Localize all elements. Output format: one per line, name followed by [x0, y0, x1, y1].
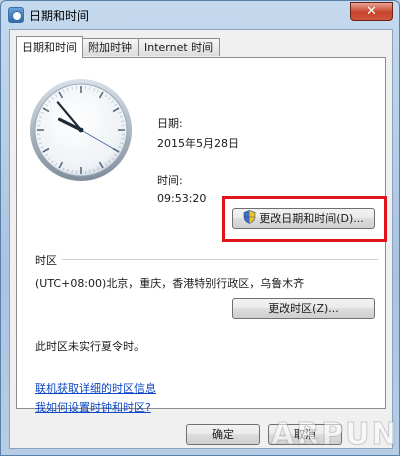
- clock-center-pin: [78, 127, 84, 133]
- date-time-window: 日期和时间 ✕ 日期和时间 附加时钟 Internet 时间 日期: 2015年…: [0, 0, 400, 456]
- window-title: 日期和时间: [29, 9, 90, 23]
- analog-clock: [30, 79, 132, 181]
- timezone-value: (UTC+08:00)北京，重庆，香港特别行政区，乌鲁木齐: [35, 277, 305, 290]
- time-label: 时间:: [157, 174, 183, 187]
- watermark-logo: ARPUN: [271, 417, 399, 453]
- clock-app-icon: [8, 7, 24, 23]
- ok-button[interactable]: 确定: [186, 424, 260, 445]
- change-timezone-button[interactable]: 更改时区(Z)...: [232, 298, 375, 319]
- timezone-divider: [62, 259, 378, 261]
- tab-internet-time[interactable]: Internet 时间: [138, 38, 220, 56]
- change-date-time-button[interactable]: 更改日期和时间(D)...: [232, 208, 375, 229]
- tab-additional-clocks[interactable]: 附加时钟: [82, 38, 139, 56]
- timezone-info-link[interactable]: 联机获取详细的时区信息: [35, 380, 156, 396]
- date-value: 2015年5月28日: [157, 137, 239, 150]
- time-value: 09:53:20: [157, 192, 207, 205]
- close-button[interactable]: ✕: [350, 2, 393, 21]
- title-bar[interactable]: 日期和时间 ✕: [1, 1, 399, 29]
- date-label: 日期:: [157, 117, 183, 130]
- dst-note: 此时区未实行夏令时。: [35, 340, 145, 353]
- tab-panel: 日期: 2015年5月28日 时间: 09:53:20 更改日期和时间(D)..…: [16, 57, 387, 414]
- how-to-set-clock-link[interactable]: 我如何设置时钟和时区?: [35, 399, 151, 415]
- uac-shield-icon: [243, 210, 256, 224]
- dialog-body: 日期和时间 附加时钟 Internet 时间 日期: 2015年5月28日 时间…: [9, 29, 393, 449]
- change-date-time-label: 更改日期和时间(D)...: [259, 212, 364, 225]
- timezone-section-label: 时区: [35, 254, 57, 267]
- tab-date-time[interactable]: 日期和时间: [16, 36, 83, 58]
